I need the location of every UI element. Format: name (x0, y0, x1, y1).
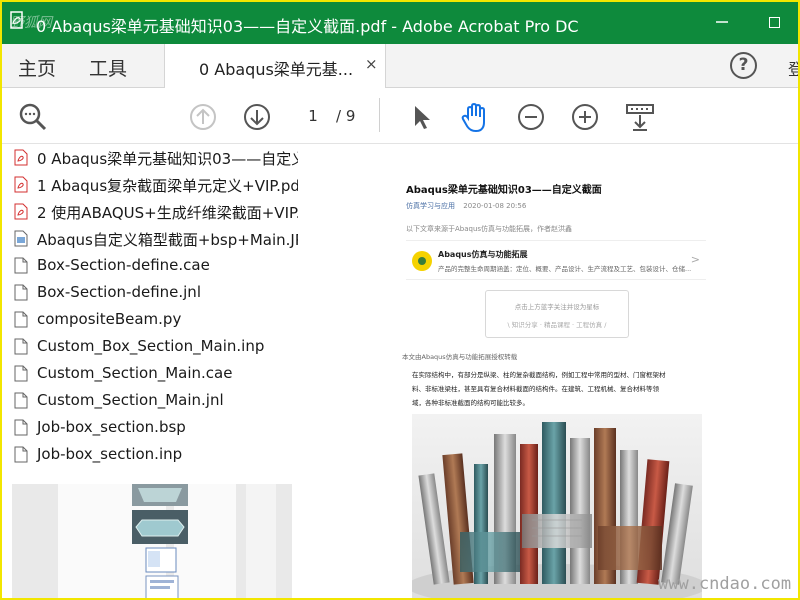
article-repost-note: 本文由Abaqus仿真与功能拓展授权转载 (402, 353, 518, 361)
attachment-name: 0 Abaqus梁单元基础知识03——自定义截面 (37, 150, 298, 168)
document-tab[interactable]: 0 Abaqus梁单元基... × (164, 44, 386, 88)
attachment-item[interactable]: 1 Abaqus复杂截面梁单元定义+VIP.pdf (2, 171, 298, 198)
file-icon (14, 257, 28, 274)
file-icon (14, 446, 28, 463)
attachment-name: Custom_Section_Main.cae (37, 364, 233, 382)
attachment-item[interactable]: Box-Section-define.cae (2, 252, 298, 279)
page-number-input[interactable] (294, 102, 332, 130)
tab-row: 主页 工具 0 Abaqus梁单元基... × ? 登 (2, 44, 798, 88)
tab-home[interactable]: 主页 (18, 54, 56, 81)
article-paragraph: 在实际结构中，有部分是纵梁、柱的复杂截面结构，例如工程中常用的型材、门窗框架材 … (412, 368, 708, 410)
article-title: Abaqus梁单元基础知识03——自定义截面 (406, 185, 602, 196)
account-card[interactable]: Abaqus仿真与功能拓展 产品的完整生命周期涵盖：定位、概要、产品设计、生产流… (406, 240, 706, 280)
select-cursor-icon[interactable] (406, 102, 436, 132)
page-total: / 9 (336, 107, 356, 125)
paragraph-line: 在实际结构中，有部分是纵梁、柱的复杂截面结构，例如工程中常用的型材、门窗框架材 (412, 371, 666, 379)
toolbar: / 9 (2, 88, 798, 144)
zoom-out-icon[interactable] (516, 102, 546, 132)
pdf-file-icon (14, 149, 28, 166)
tab-tools[interactable]: 工具 (89, 54, 127, 81)
article-source-note: 以下文章来源于Abaqus仿真与功能拓展，作者赵洪鑫 (406, 225, 573, 233)
attachment-name: Job-box_section.inp (37, 445, 183, 463)
attachment-name: Custom_Box_Section_Main.inp (37, 337, 265, 355)
chevron-right-icon: > (690, 253, 700, 266)
attachment-name: Custom_Section_Main.jnl (37, 391, 224, 409)
toolbar-divider (379, 98, 380, 132)
title-bar: 野狐网 0 Abaqus梁单元基础知识03——自定义截面.pdf - Adobe… (2, 2, 798, 44)
attachment-item[interactable]: Custom_Section_Main.cae (2, 360, 298, 387)
attachment-item[interactable]: Abaqus自定义箱型截面+bsp+Main.JPG (2, 225, 298, 252)
paragraph-line: 域，各种非标准截面的结构可能比较多。 (412, 399, 529, 407)
attachment-name: 2 使用ABAQUS+生成纤维梁截面+VIP.pdf (37, 204, 298, 222)
attachment-name: Box-Section-define.cae (37, 256, 210, 274)
app-window: 野狐网 0 Abaqus梁单元基础知识03——自定义截面.pdf - Adobe… (0, 0, 800, 600)
article-account[interactable]: 仿真学习与应用 (406, 202, 455, 210)
attachments-panel: 0 Abaqus梁单元基础知识03——自定义截面 1 Abaqus复杂截面梁单元定… (2, 144, 298, 484)
next-page-icon[interactable] (242, 102, 272, 132)
attachment-item[interactable]: Custom_Box_Section_Main.inp (2, 333, 298, 360)
file-icon (14, 419, 28, 436)
file-icon (14, 284, 28, 301)
follow-box-text: 点击上方蓝字关注并设为星标 (514, 303, 600, 311)
page-thumbnails[interactable] (12, 484, 292, 598)
attachment-item[interactable]: compositeBeam.py (2, 306, 298, 333)
follow-box: 点击上方蓝字关注并设为星标 \ 知识分享 · 精品课程 · 工程仿真 / (485, 290, 629, 338)
follow-box-subtext: \ 知识分享 · 精品课程 · 工程仿真 / (507, 321, 607, 329)
watermark-bottom-right: www.cndao.com (658, 574, 792, 594)
marquee-zoom-icon[interactable] (624, 102, 654, 132)
pdf-file-icon (14, 203, 28, 220)
document-tab-label: 0 Abaqus梁单元基... (199, 60, 354, 79)
window-title: 0 Abaqus梁单元基础知识03——自定义截面.pdf - Adobe Acr… (36, 17, 579, 36)
paragraph-line: 料、非标准梁柱，甚至具有复合材料截面的结构件。在建筑、工程机械、复合材料等领 (412, 385, 659, 393)
attachment-name: compositeBeam.py (37, 310, 182, 328)
previous-page-icon[interactable] (188, 102, 218, 132)
maximize-button[interactable] (760, 10, 788, 36)
attachment-item[interactable]: Box-Section-define.jnl (2, 279, 298, 306)
image-file-icon (14, 230, 28, 247)
attachment-name: 1 Abaqus复杂截面梁单元定义+VIP.pdf (37, 177, 298, 195)
pdf-file-icon (14, 176, 28, 193)
account-card-desc: 产品的完整生命周期涵盖：定位、概要、产品设计、生产流程及工艺、包装设计、仓储..… (438, 265, 692, 273)
help-icon[interactable]: ? (730, 52, 757, 79)
attachment-item[interactable]: 0 Abaqus梁单元基础知识03——自定义截面 (2, 144, 298, 171)
file-list: 0 Abaqus梁单元基础知识03——自定义截面 1 Abaqus复杂截面梁单元定… (2, 144, 298, 468)
file-icon (14, 338, 28, 355)
minimize-button[interactable] (708, 10, 736, 36)
zoom-in-icon[interactable] (570, 102, 600, 132)
aluminum-profiles-image (407, 414, 707, 598)
attachment-item[interactable]: Job-box_section.bsp (2, 414, 298, 441)
hand-tool-icon[interactable] (460, 102, 490, 133)
sign-in-button[interactable]: 登 (788, 56, 798, 80)
article-date: 2020-01-08 20:56 (463, 202, 527, 210)
attachment-name: Abaqus自定义箱型截面+bsp+Main.JPG (37, 231, 298, 249)
maximize-icon (768, 17, 780, 28)
attachment-item[interactable]: Custom_Section_Main.jnl (2, 387, 298, 414)
pdf-page[interactable]: Abaqus梁单元基础知识03——自定义截面 仿真学习与应用 2020-01-0… (392, 144, 722, 598)
attachment-name: Job-box_section.bsp (37, 418, 186, 436)
attachment-item[interactable]: Job-box_section.inp (2, 441, 298, 468)
search-icon[interactable] (18, 102, 48, 132)
attachment-item[interactable]: 2 使用ABAQUS+生成纤维梁截面+VIP.pdf (2, 198, 298, 225)
account-card-name: Abaqus仿真与功能拓展 (438, 250, 528, 259)
account-logo-icon (412, 251, 432, 271)
article-meta: 仿真学习与应用 2020-01-08 20:56 (406, 201, 526, 211)
file-icon (14, 392, 28, 409)
file-icon (14, 311, 28, 328)
close-tab-icon[interactable]: × (365, 55, 378, 73)
attachment-name: Box-Section-define.jnl (37, 283, 201, 301)
file-icon (14, 365, 28, 382)
